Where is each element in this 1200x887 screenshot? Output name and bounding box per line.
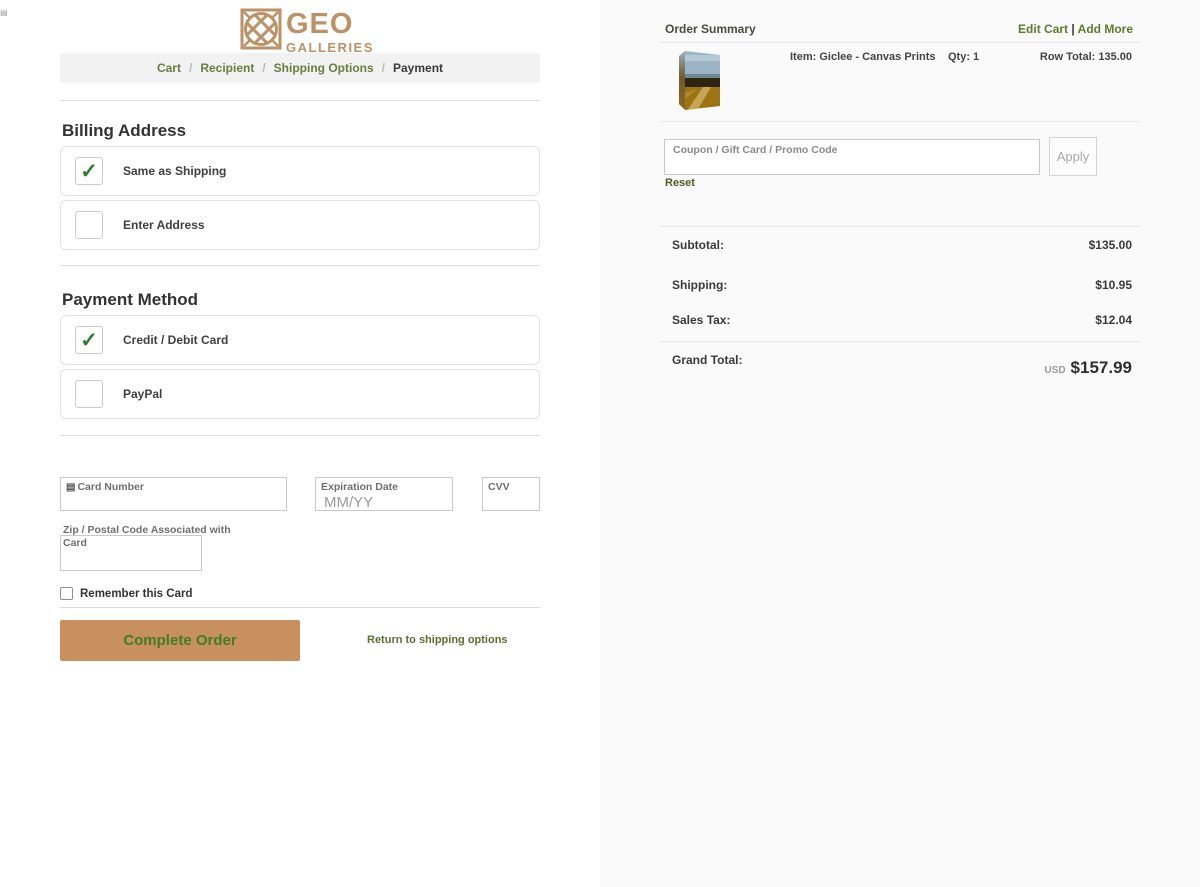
logo-subtext: GALLERIES bbox=[286, 41, 374, 54]
return-to-shipping-link[interactable]: Return to shipping options bbox=[367, 634, 508, 646]
order-summary-title: Order Summary bbox=[665, 22, 756, 36]
divider bbox=[60, 100, 540, 101]
coupon-code-input[interactable]: Coupon / Gift Card / Promo Code bbox=[664, 139, 1040, 175]
grand-total-value: USD $157.99 bbox=[1044, 358, 1132, 378]
complete-order-button[interactable]: Complete Order bbox=[60, 620, 300, 661]
expiration-date-label: Expiration Date bbox=[316, 478, 452, 493]
order-item-name: Item: Giclee - Canvas Prints bbox=[790, 51, 936, 63]
product-thumbnail bbox=[675, 49, 723, 118]
apply-coupon-button[interactable]: Apply bbox=[1049, 137, 1097, 176]
divider bbox=[660, 42, 1140, 43]
breadcrumb-separator: / bbox=[262, 61, 265, 75]
grand-total-label: Grand Total: bbox=[672, 353, 742, 367]
links-separator: | bbox=[1071, 22, 1074, 36]
breadcrumb-separator: / bbox=[189, 61, 192, 75]
same-as-shipping-checkbox[interactable]: ✓ bbox=[75, 157, 103, 185]
edit-cart-link[interactable]: Edit Cart bbox=[1018, 22, 1068, 36]
divider bbox=[60, 607, 540, 608]
payment-method-title: Payment Method bbox=[62, 290, 198, 310]
payment-option-paypal[interactable]: PayPal bbox=[60, 369, 540, 419]
subtotal-value: $135.00 bbox=[1089, 238, 1132, 252]
order-summary-links: Edit Cart | Add More bbox=[1018, 22, 1133, 36]
divider bbox=[660, 121, 1140, 122]
paypal-checkbox[interactable] bbox=[75, 380, 103, 408]
billing-address-title: Billing Address bbox=[62, 121, 186, 141]
sales-tax-value: $12.04 bbox=[1095, 313, 1132, 327]
order-summary-panel bbox=[600, 0, 1200, 887]
cvv-label: CVV bbox=[483, 478, 539, 493]
grand-total-currency: USD bbox=[1044, 365, 1065, 376]
logo-lattice-icon bbox=[240, 8, 282, 55]
coupon-placeholder: Coupon / Gift Card / Promo Code bbox=[673, 144, 838, 156]
billing-option-enter-address[interactable]: Enter Address bbox=[60, 200, 540, 250]
edge-artifact-icon: ▤ bbox=[0, 8, 8, 17]
option-label: PayPal bbox=[123, 387, 162, 401]
expiration-date-input[interactable]: Expiration Date MM/YY bbox=[315, 477, 453, 511]
cvv-input[interactable]: CVV bbox=[482, 477, 540, 511]
logo-text: GEO bbox=[286, 10, 374, 39]
divider bbox=[660, 226, 1140, 227]
grand-total-amount: $157.99 bbox=[1071, 358, 1132, 378]
shipping-value: $10.95 bbox=[1095, 278, 1132, 292]
breadcrumb: Cart / Recipient / Shipping Options / Pa… bbox=[60, 53, 540, 83]
option-label: Enter Address bbox=[123, 218, 205, 232]
credit-card-icon: ▤ bbox=[66, 482, 75, 493]
order-item-qty: Qty: 1 bbox=[948, 51, 979, 63]
breadcrumb-cart[interactable]: Cart bbox=[157, 61, 181, 75]
billing-option-same-as-shipping[interactable]: ✓ Same as Shipping bbox=[60, 146, 540, 196]
enter-address-checkbox[interactable] bbox=[75, 211, 103, 239]
card-number-input[interactable]: ▤ Card Number bbox=[60, 477, 287, 511]
sales-tax-label: Sales Tax: bbox=[672, 313, 730, 327]
breadcrumb-payment-current: Payment bbox=[393, 61, 443, 75]
option-label: Same as Shipping bbox=[123, 164, 226, 178]
expiration-placeholder: MM/YY bbox=[316, 493, 452, 511]
remember-card-checkbox[interactable] bbox=[60, 587, 73, 600]
add-more-link[interactable]: Add More bbox=[1078, 22, 1133, 36]
card-number-label: ▤ Card Number bbox=[61, 478, 286, 493]
divider bbox=[660, 341, 1140, 342]
checkout-page: ▤ GEO GALLERIES bbox=[0, 0, 1200, 887]
option-label: Credit / Debit Card bbox=[123, 333, 228, 347]
zip-code-label: Zip / Postal Code Associated with Card bbox=[63, 524, 248, 550]
payment-option-credit-card[interactable]: ✓ Credit / Debit Card bbox=[60, 315, 540, 365]
logo: GEO GALLERIES bbox=[240, 8, 374, 55]
divider bbox=[60, 435, 540, 436]
shipping-label: Shipping: bbox=[672, 278, 727, 292]
order-item-row-total: Row Total: 135.00 bbox=[1040, 51, 1132, 63]
reset-coupon-link[interactable]: Reset bbox=[665, 177, 695, 189]
remember-card-label: Remember this Card bbox=[80, 588, 192, 600]
divider bbox=[60, 265, 540, 266]
breadcrumb-recipient[interactable]: Recipient bbox=[200, 61, 254, 75]
subtotal-label: Subtotal: bbox=[672, 238, 724, 252]
breadcrumb-separator: / bbox=[382, 61, 385, 75]
credit-card-checkbox[interactable]: ✓ bbox=[75, 326, 103, 354]
breadcrumb-shipping-options[interactable]: Shipping Options bbox=[274, 61, 374, 75]
